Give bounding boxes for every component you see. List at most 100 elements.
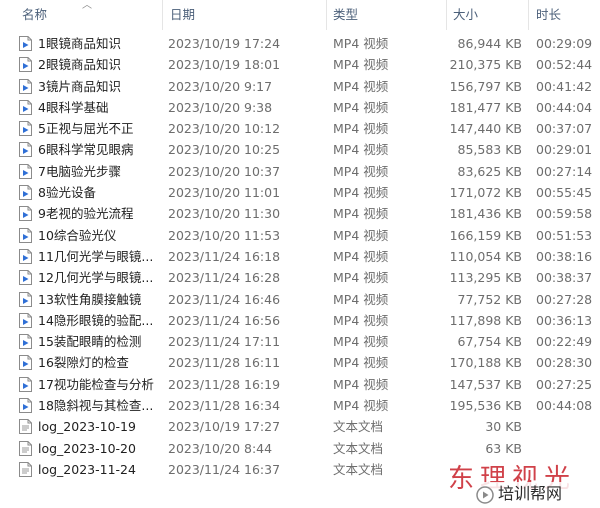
file-row[interactable]: 3镜片商品知识 2023/10/20 9:17 MP4 视频 156,797 KB 00… — [0, 76, 600, 97]
column-divider[interactable] — [162, 0, 163, 30]
file-duration: 00:38:16 — [536, 248, 593, 264]
file-row[interactable]: 11几何光学与眼镜... 2023/11/24 16:18 MP4 视频 110,05… — [0, 246, 600, 267]
file-name: 1眼镜商品知识 — [38, 36, 121, 51]
video-file-icon — [19, 36, 32, 51]
file-type: MP4 视频 — [333, 99, 389, 115]
sort-ascending-icon: ︿ — [82, 0, 92, 11]
file-row[interactable]: 7电脑验光步骤 2023/10/20 10:37 MP4 视频 83,625 KB 00… — [0, 161, 600, 182]
file-duration: 00:41:42 — [536, 78, 593, 94]
file-date: 2023/10/19 17:27 — [168, 419, 281, 435]
file-row[interactable]: 5正视与屈光不正 2023/10/20 10:12 MP4 视频 147,440 KB… — [0, 118, 600, 139]
file-row[interactable]: log_2023-10-19 2023/10/19 17:27 文本文档 30 KB — [0, 416, 600, 437]
video-file-icon — [19, 291, 32, 307]
file-row[interactable]: 17视功能检查与分析 2023/11/28 16:19 MP4 视频 147,537 … — [0, 374, 600, 395]
text-file-icon — [19, 440, 32, 456]
file-row[interactable]: 15装配眼睛的检测 2023/11/24 17:11 MP4 视频 67,754 KB… — [0, 331, 600, 352]
file-row[interactable]: log_2023-10-20 2023/10/20 8:44 文本文档 63 KB — [0, 438, 600, 459]
file-row[interactable]: 2眼镜商品知识 2023/10/19 18:01 MP4 视频 210,375 KB 0… — [0, 54, 600, 75]
file-row[interactable]: 12几何光学与眼镜... 2023/11/24 16:28 MP4 视频 113,29… — [0, 267, 600, 288]
file-duration: 00:52:44 — [536, 57, 593, 73]
column-header-bar: 名称 ︿ 日期 类型 大小 时长 — [0, 0, 600, 30]
column-header-date[interactable]: 日期 — [170, 0, 195, 30]
file-name: 13软性角膜接触镜 — [38, 291, 142, 307]
file-date: 2023/10/20 11:53 — [168, 227, 281, 243]
file-duration: 00:44:04 — [536, 99, 593, 115]
file-duration: 00:28:30 — [536, 355, 593, 371]
column-header-type[interactable]: 类型 — [333, 0, 358, 30]
file-date: 2023/10/20 11:30 — [168, 206, 281, 222]
video-file-icon — [19, 206, 32, 222]
video-file-icon — [19, 248, 32, 264]
file-type: 文本文档 — [333, 461, 384, 477]
file-size: 147,440 KB — [449, 121, 522, 137]
video-file-icon — [19, 355, 32, 371]
file-size: 210,375 KB — [449, 57, 522, 73]
file-date: 2023/11/24 16:46 — [168, 291, 281, 307]
file-date: 2023/11/28 16:19 — [168, 376, 281, 392]
video-file-icon — [19, 376, 32, 392]
file-type: 文本文档 — [333, 419, 384, 435]
file-name: 3镜片商品知识 — [38, 78, 121, 94]
file-duration: 00:37:07 — [536, 121, 593, 137]
file-row[interactable]: 8验光设备 2023/10/20 11:01 MP4 视频 171,072 KB 00:… — [0, 182, 600, 203]
file-list: 1眼镜商品知识 2023/10/19 17:24 MP4 视频 86,944 KB 00… — [0, 33, 600, 480]
column-divider[interactable] — [446, 0, 447, 30]
file-date: 2023/11/28 16:11 — [168, 355, 281, 371]
file-duration: 00:51:53 — [536, 227, 593, 243]
video-file-icon — [19, 163, 32, 179]
file-name: 4眼科学基础 — [38, 99, 109, 115]
file-row[interactable]: 16裂隙灯的检查 2023/11/28 16:11 MP4 视频 170,188 KB… — [0, 352, 600, 373]
file-size: 67,754 KB — [457, 334, 522, 350]
file-row[interactable]: 1眼镜商品知识 2023/10/19 17:24 MP4 视频 86,944 KB 00… — [0, 33, 600, 54]
file-row[interactable]: 14隐形眼镜的验配... 2023/11/24 16:56 MP4 视频 117,89… — [0, 310, 600, 331]
file-type: MP4 视频 — [333, 206, 389, 222]
column-header-duration[interactable]: 时长 — [536, 0, 561, 30]
file-row[interactable]: 10综合验光仪 2023/10/20 11:53 MP4 视频 166,159 KB 0… — [0, 225, 600, 246]
watermark-badge-text: 培训帮网 — [498, 484, 563, 503]
file-type: MP4 视频 — [333, 163, 389, 179]
column-header-name[interactable]: 名称 — [22, 0, 47, 30]
file-row[interactable]: 18隐斜视与其检查... 2023/11/28 16:34 MP4 视频 195,53… — [0, 395, 600, 416]
file-date: 2023/10/20 8:44 — [168, 440, 273, 456]
file-date: 2023/10/20 10:25 — [168, 142, 281, 158]
file-duration: 00:38:37 — [536, 270, 593, 286]
video-file-icon — [19, 398, 32, 414]
file-type: MP4 视频 — [333, 376, 389, 392]
file-row[interactable]: 9老视的验光流程 2023/10/20 11:30 MP4 视频 181,436 KB… — [0, 203, 600, 224]
file-size: 147,537 KB — [449, 376, 522, 392]
column-divider[interactable] — [528, 0, 529, 30]
file-type: MP4 视频 — [333, 36, 389, 51]
file-type: MP4 视频 — [333, 312, 389, 328]
file-size: 113,295 KB — [449, 270, 522, 286]
file-duration: 00:55:45 — [536, 185, 593, 201]
video-file-icon — [19, 121, 32, 137]
file-size: 63 KB — [485, 440, 522, 456]
file-type: MP4 视频 — [333, 78, 389, 94]
file-size: 83,625 KB — [457, 163, 522, 179]
video-file-icon — [19, 57, 32, 73]
file-type: MP4 视频 — [333, 291, 389, 307]
file-type: MP4 视频 — [333, 398, 389, 414]
file-row[interactable]: 4眼科学基础 2023/10/20 9:38 MP4 视频 181,477 KB 00:… — [0, 97, 600, 118]
column-header-size[interactable]: 大小 — [453, 0, 478, 30]
file-duration: 00:59:58 — [536, 206, 593, 222]
file-date: 2023/10/20 10:37 — [168, 163, 281, 179]
file-date: 2023/10/19 18:01 — [168, 57, 281, 73]
file-type: MP4 视频 — [333, 334, 389, 350]
file-row[interactable]: 6眼科学常见眼病 2023/10/20 10:25 MP4 视频 85,583 KB 0… — [0, 139, 600, 160]
watermark-badge: 培训帮网 — [470, 482, 598, 506]
file-date: 2023/10/19 17:24 — [168, 36, 281, 51]
column-divider[interactable] — [326, 0, 327, 30]
play-logo-icon — [476, 485, 494, 504]
file-duration: 00:29:01 — [536, 142, 593, 158]
file-date: 2023/11/24 16:56 — [168, 312, 281, 328]
file-size: 156,797 KB — [449, 78, 522, 94]
file-row[interactable]: 13软性角膜接触镜 2023/11/24 16:46 MP4 视频 77,752 KB… — [0, 289, 600, 310]
file-size: 110,054 KB — [449, 248, 522, 264]
text-file-icon — [19, 461, 32, 477]
file-size: 170,188 KB — [449, 355, 522, 371]
file-size: 171,072 KB — [449, 185, 522, 201]
file-size: 86,944 KB — [457, 36, 522, 51]
video-file-icon — [19, 185, 32, 201]
video-file-icon — [19, 227, 32, 243]
